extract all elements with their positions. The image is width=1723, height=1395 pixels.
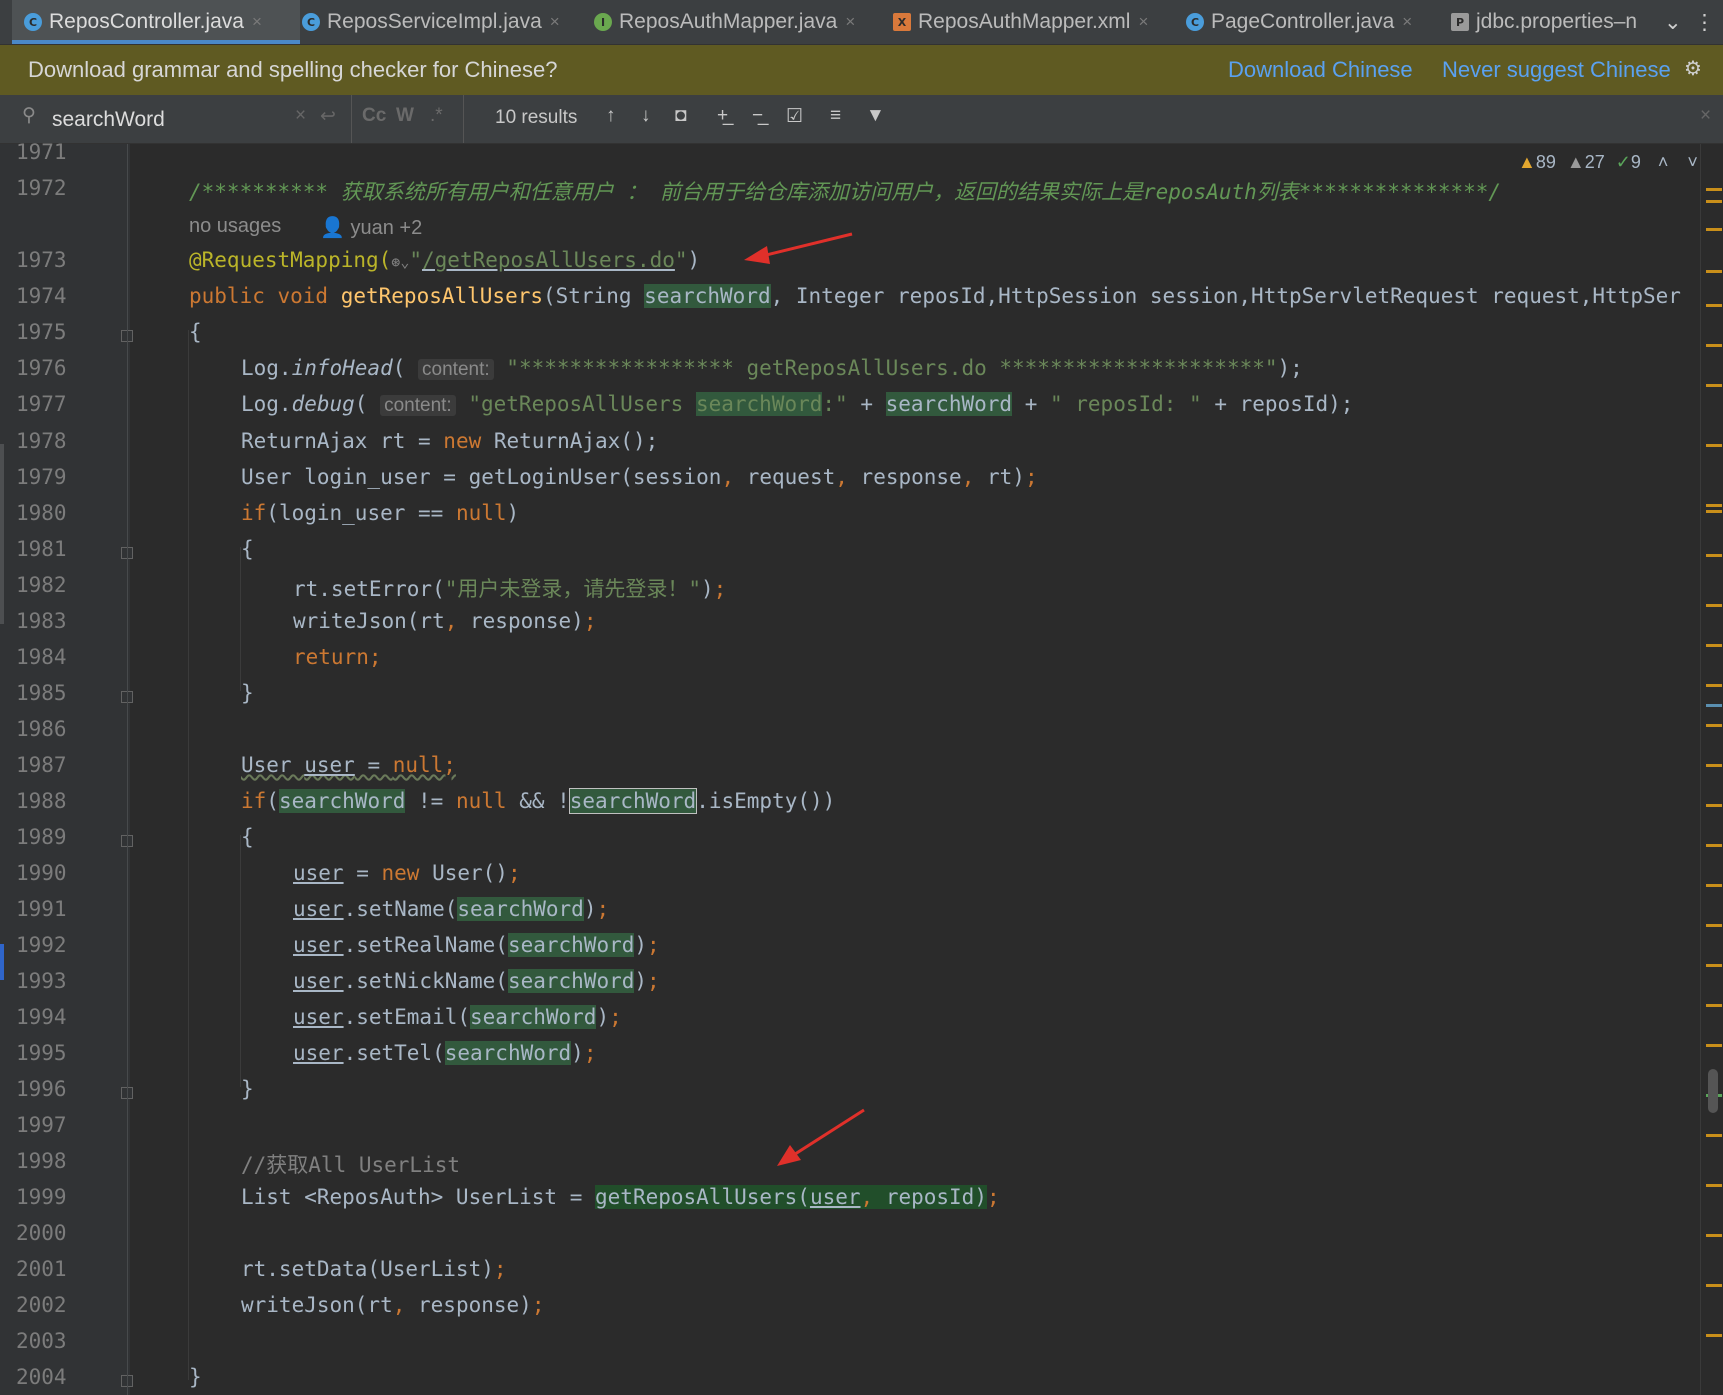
red-arrow-mapping [744,232,853,264]
annotation-arrows [744,232,865,1166]
red-arrow-method-call [777,1108,865,1166]
